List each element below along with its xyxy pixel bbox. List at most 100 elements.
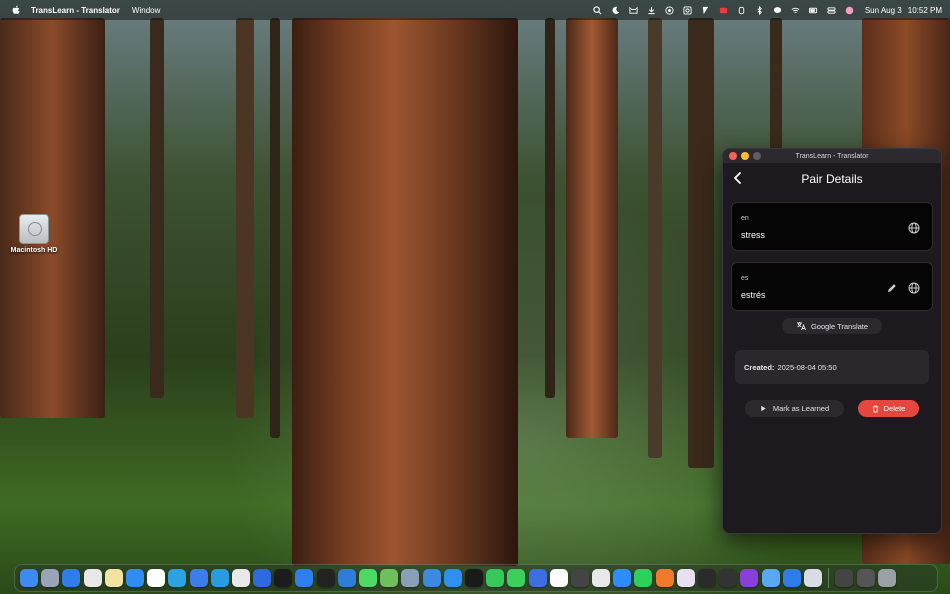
xcode-alt-icon[interactable] — [528, 569, 547, 587]
screen-icon[interactable] — [401, 569, 420, 587]
target-card: es estrés — [731, 262, 933, 311]
vscode-icon[interactable] — [337, 569, 356, 587]
play-icon — [761, 405, 766, 412]
trash-icon[interactable] — [877, 569, 896, 587]
xcode-icon[interactable] — [189, 569, 208, 587]
avatar-icon[interactable] — [845, 6, 854, 15]
trash-icon — [872, 405, 878, 412]
terminal-icon[interactable] — [464, 569, 483, 587]
menubar-date: Sun Aug 3 — [864, 5, 902, 15]
maps-icon[interactable] — [295, 569, 314, 587]
back-button[interactable] — [731, 171, 745, 185]
wifi-icon[interactable] — [791, 6, 800, 15]
screenshot-icon[interactable] — [683, 5, 692, 15]
source-card: en stress — [731, 202, 933, 251]
tree-trunk — [566, 18, 618, 438]
menubar-clock[interactable]: Sun Aug 3 10:52 PM — [865, 6, 942, 15]
calendar-icon[interactable] — [147, 569, 166, 587]
simulator-icon[interactable] — [782, 569, 801, 587]
page-title: Pair Details — [801, 172, 863, 186]
pycharm-icon[interactable] — [274, 569, 293, 587]
record-icon[interactable] — [665, 5, 674, 15]
cube-icon[interactable] — [316, 569, 335, 587]
battery-icon[interactable] — [808, 6, 818, 15]
whatsapp-icon[interactable] — [634, 569, 653, 587]
bluetooth-icon[interactable] — [755, 5, 764, 15]
window-title: TransLearn - Translator — [795, 152, 869, 160]
cat-icon[interactable] — [629, 6, 638, 15]
apple-menu-icon[interactable] — [10, 4, 22, 16]
display-icon[interactable] — [701, 6, 710, 15]
created-value: 2025-08-04 05:50 — [777, 362, 837, 372]
menubar: TransLearn - Translator Window Sun Aug 3… — [0, 0, 950, 20]
textedit-icon[interactable] — [592, 569, 611, 587]
safari-icon[interactable] — [62, 569, 81, 587]
slack-icon[interactable] — [676, 569, 695, 587]
search-icon[interactable] — [593, 5, 602, 15]
launchpad-icon[interactable] — [41, 569, 60, 587]
menubar-app-name[interactable]: TransLearn - Translator — [31, 6, 120, 15]
arc-icon[interactable] — [740, 569, 759, 587]
trello-icon[interactable] — [253, 569, 272, 587]
appstore-icon[interactable] — [125, 569, 144, 587]
status-area: Sun Aug 3 10:52 PM — [593, 5, 950, 15]
tree-trunk — [292, 18, 518, 566]
appstore-alt-icon[interactable] — [443, 569, 462, 587]
hard-disk-icon — [19, 214, 49, 244]
chatgpt-icon[interactable] — [231, 569, 250, 587]
desktop-icon-macintosh-hd[interactable]: Macintosh HD — [8, 214, 60, 254]
translate-icon — [796, 322, 806, 331]
notes-icon[interactable] — [104, 569, 123, 587]
telegram-alt-icon[interactable] — [210, 569, 229, 587]
battery-app-icon[interactable] — [719, 6, 728, 15]
zoom-icon[interactable] — [613, 569, 632, 587]
globe-icon[interactable] — [908, 281, 920, 294]
messages-icon[interactable] — [359, 569, 377, 587]
dock — [14, 564, 938, 592]
menu-window[interactable]: Window — [132, 6, 160, 15]
traffic-lights — [729, 152, 761, 160]
grapher-icon[interactable] — [698, 569, 716, 587]
dock-separator — [828, 568, 830, 588]
facetime-icon[interactable] — [507, 569, 526, 587]
zoom-window-button[interactable] — [753, 152, 761, 160]
screen-sharing-icon[interactable] — [856, 569, 875, 587]
window-titlebar[interactable]: TransLearn - Translator — [723, 149, 941, 163]
instruments-icon[interactable] — [803, 569, 822, 587]
desktop-icon-label: Macintosh HD — [10, 247, 58, 254]
source-lang: en — [741, 215, 749, 222]
maps-alt-icon[interactable] — [380, 569, 399, 587]
moon-icon[interactable] — [611, 6, 620, 15]
tree-trunk — [150, 18, 164, 398]
chrome-icon[interactable] — [83, 569, 102, 587]
download-icon[interactable] — [647, 6, 656, 15]
google-translate-button[interactable]: Google Translate — [782, 318, 882, 334]
translearn-window: TransLearn - Translator Pair Details en … — [722, 148, 942, 534]
preview-icon[interactable] — [422, 569, 441, 587]
close-window-button[interactable] — [729, 152, 737, 160]
delete-label: Delete — [883, 404, 906, 413]
chat-icon[interactable] — [773, 6, 782, 15]
timer-icon[interactable] — [737, 6, 746, 15]
mark-as-learned-label: Mark as Learned — [772, 404, 830, 413]
target-lang: es — [741, 275, 749, 282]
control-center-icon[interactable] — [827, 6, 836, 15]
created-label: Created: — [744, 362, 775, 372]
numbers-icon[interactable] — [486, 569, 505, 587]
globe-icon[interactable] — [908, 221, 920, 234]
firefox-icon[interactable] — [655, 569, 674, 587]
activity-monitor-icon[interactable] — [719, 569, 738, 587]
finder-icon[interactable] — [20, 569, 38, 587]
target-word: estrés — [741, 290, 766, 300]
edit-pencil-icon[interactable] — [886, 281, 898, 293]
yandex-icon[interactable] — [549, 569, 568, 587]
calculator-icon[interactable] — [570, 569, 589, 587]
tree-trunk — [236, 18, 254, 418]
mark-as-learned-button[interactable]: Mark as Learned — [745, 400, 844, 417]
minimize-window-button[interactable] — [741, 152, 749, 160]
telegram-icon[interactable] — [168, 569, 187, 587]
finder-alt-icon[interactable] — [761, 569, 780, 587]
window-icon[interactable] — [835, 569, 854, 587]
tree-trunk — [688, 18, 714, 468]
delete-button[interactable]: Delete — [858, 400, 919, 417]
